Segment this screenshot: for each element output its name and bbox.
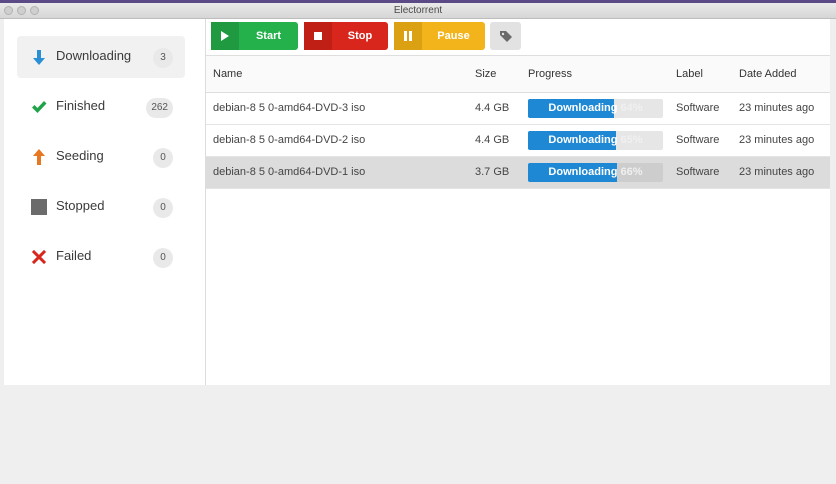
arrow-down-icon (30, 48, 48, 66)
column-header-size[interactable]: Size (475, 56, 496, 92)
pause-label: Pause (437, 30, 470, 42)
count-badge: 0 (153, 148, 173, 168)
column-header-name[interactable]: Name (213, 56, 242, 92)
torrent-size: 4.4 GB (475, 134, 510, 146)
stop-icon (304, 22, 332, 50)
window-title: Electorrent (393, 5, 443, 16)
progress-bar: Downloading 65% (528, 131, 663, 150)
stop-square-icon (30, 198, 48, 216)
start-button[interactable]: Start (211, 22, 298, 50)
progress-bar: Downloading 66% (528, 163, 663, 182)
count-badge: 262 (146, 98, 173, 118)
torrent-label: Software (676, 102, 720, 114)
sidebar-item-failed[interactable]: Failed 0 (17, 236, 185, 278)
stop-label: Stop (347, 30, 373, 42)
progress-status: Downloading (548, 102, 618, 114)
torrent-size: 3.7 GB (475, 166, 510, 178)
torrent-label: Software (676, 134, 720, 146)
sidebar: Downloading 3 Finished 262 Seeding 0 Sto… (4, 19, 206, 385)
progress-percent: 64% (620, 102, 643, 114)
toolbar: Start Stop Pause (206, 19, 830, 56)
table-header: Name Size Progress Label Date Added (206, 56, 830, 93)
sidebar-item-label: Failed (56, 248, 92, 263)
progress-text: Downloading 65% (528, 131, 663, 150)
table-row[interactable]: debian-8 5 0-amd64-DVD-2 iso 4.4 GB Down… (206, 125, 830, 157)
torrent-size: 4.4 GB (475, 102, 510, 114)
arrow-up-icon (30, 148, 48, 166)
pause-button[interactable]: Pause (394, 22, 485, 50)
set-label-button[interactable] (490, 22, 521, 50)
torrent-date-added: 23 minutes ago (739, 166, 815, 178)
checkmark-icon (30, 98, 48, 116)
sidebar-item-label: Finished (56, 98, 106, 113)
torrent-date-added: 23 minutes ago (739, 102, 815, 114)
table-row[interactable]: debian-8 5 0-amd64-DVD-1 iso 3.7 GB Down… (206, 157, 830, 189)
pause-icon (394, 22, 422, 50)
sidebar-item-stopped[interactable]: Stopped 0 (17, 186, 185, 228)
sidebar-item-label: Seeding (56, 148, 104, 163)
torrent-panel: Start Stop Pause Name Size Progress Labe… (206, 19, 830, 385)
torrent-name: debian-8 5 0-amd64-DVD-2 iso (213, 134, 366, 146)
sidebar-item-finished[interactable]: Finished 262 (17, 86, 185, 128)
progress-text: Downloading 64% (528, 99, 663, 118)
progress-bar: Downloading 64% (528, 99, 663, 118)
count-badge: 3 (153, 48, 173, 68)
sidebar-item-seeding[interactable]: Seeding 0 (17, 136, 185, 178)
column-header-progress[interactable]: Progress (528, 56, 572, 92)
start-label: Start (255, 30, 282, 42)
column-header-label[interactable]: Label (676, 56, 703, 92)
torrent-label: Software (676, 166, 720, 178)
play-icon (211, 22, 239, 50)
column-header-date-added[interactable]: Date Added (739, 56, 797, 92)
table-row[interactable]: debian-8 5 0-amd64-DVD-3 iso 4.4 GB Down… (206, 93, 830, 125)
tag-icon (490, 22, 521, 50)
x-icon (30, 248, 48, 266)
sidebar-item-label: Downloading (56, 48, 132, 63)
progress-percent: 65% (620, 134, 643, 146)
progress-status: Downloading (548, 134, 618, 146)
sidebar-item-downloading[interactable]: Downloading 3 (17, 36, 185, 78)
sidebar-item-label: Stopped (56, 198, 105, 213)
progress-text: Downloading 66% (528, 163, 663, 182)
progress-percent: 66% (620, 166, 643, 178)
progress-status: Downloading (548, 166, 618, 178)
count-badge: 0 (153, 248, 173, 268)
stop-button[interactable]: Stop (304, 22, 388, 50)
torrent-name: debian-8 5 0-amd64-DVD-1 iso (213, 166, 366, 178)
window-titlebar: Electorrent (0, 3, 836, 19)
torrent-date-added: 23 minutes ago (739, 134, 815, 146)
app-window: Downloading 3 Finished 262 Seeding 0 Sto… (4, 19, 830, 385)
count-badge: 0 (153, 198, 173, 218)
torrent-name: debian-8 5 0-amd64-DVD-3 iso (213, 102, 366, 114)
